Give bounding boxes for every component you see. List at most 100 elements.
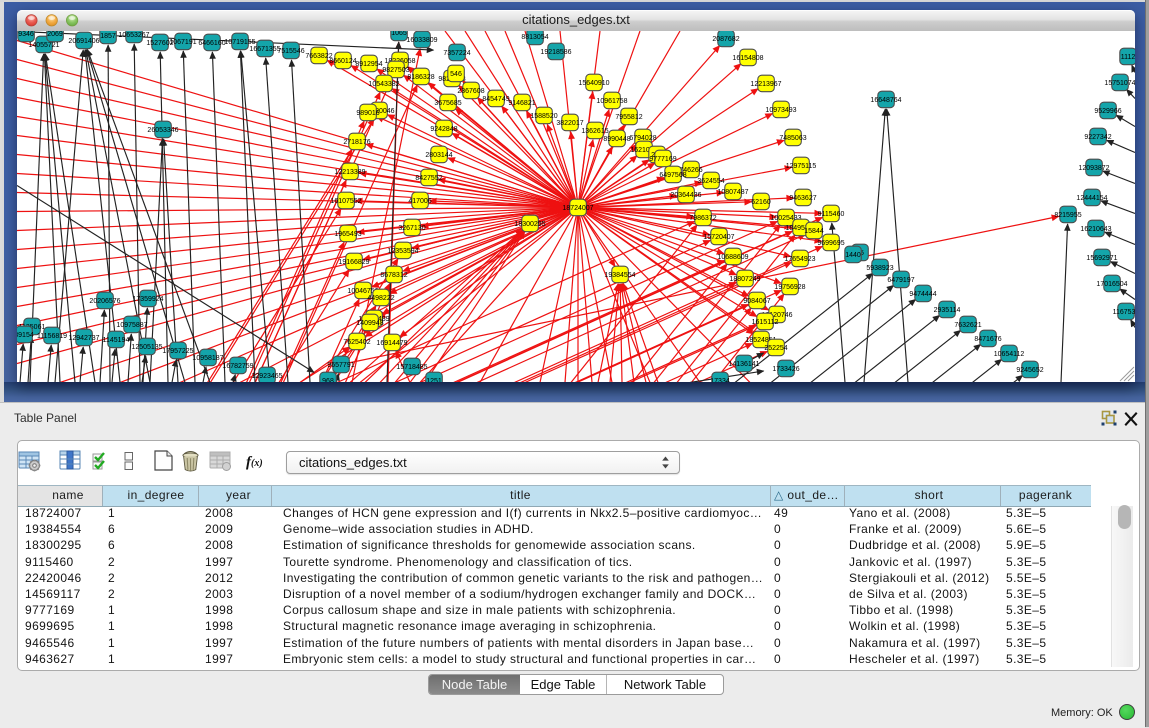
svg-text:16648764: 16648764	[870, 96, 901, 103]
svg-text:10654112: 10654112	[994, 350, 1025, 357]
svg-text:3822017: 3822017	[556, 119, 583, 126]
svg-text:968: 968	[322, 377, 334, 382]
svg-text:18724007: 18724007	[562, 204, 593, 211]
svg-text:2803144: 2803144	[425, 151, 452, 158]
svg-text:15718485: 15718485	[396, 363, 427, 370]
svg-text:9146821: 9146821	[508, 99, 535, 106]
svg-text:2087682: 2087682	[712, 35, 739, 42]
svg-text:12213967: 12213967	[750, 80, 781, 87]
svg-text:9827503: 9827503	[382, 66, 409, 73]
svg-text:9474444: 9474444	[909, 290, 936, 297]
svg-text:11156819: 11156819	[37, 332, 67, 339]
svg-text:10688609: 10688609	[717, 253, 748, 260]
svg-text:1409948: 1409948	[356, 319, 383, 326]
svg-text:252254: 252254	[764, 344, 787, 351]
svg-text:15692971: 15692971	[1086, 254, 1117, 261]
svg-text:18807249: 18807249	[729, 275, 760, 282]
svg-text:8678312: 8678312	[380, 271, 407, 278]
svg-text:8813054: 8813054	[521, 33, 548, 40]
svg-text:4498222: 4498222	[367, 294, 394, 301]
svg-text:989016: 989016	[356, 109, 379, 116]
svg-text:16782759: 16782759	[222, 362, 253, 369]
svg-text:9777169: 9777169	[649, 155, 676, 162]
svg-text:9529966: 9529966	[1094, 107, 1121, 114]
svg-text:10543382: 10543382	[368, 80, 399, 87]
svg-text:2718176: 2718176	[343, 138, 370, 145]
svg-text:1067191: 1067191	[169, 38, 196, 45]
svg-text:7632621: 7632621	[954, 321, 981, 328]
svg-text:1251: 1251	[426, 377, 442, 382]
svg-text:16154808: 16154808	[732, 54, 763, 61]
svg-text:9699695: 9699695	[817, 239, 844, 246]
svg-text:8186328: 8186328	[407, 73, 434, 80]
svg-text:9463627: 9463627	[789, 194, 816, 201]
svg-text:16033809: 16033809	[406, 36, 437, 43]
svg-text:1588520: 1588520	[530, 112, 557, 119]
svg-text:7485063: 7485063	[779, 134, 806, 141]
svg-text:5938923: 5938923	[866, 264, 893, 271]
svg-text:6466160: 6466160	[198, 39, 225, 46]
svg-text:20364436: 20364436	[670, 191, 701, 198]
svg-text:15720407: 15720407	[703, 233, 734, 240]
svg-text:3675685: 3675685	[434, 99, 461, 106]
svg-text:12942737: 12942737	[68, 334, 99, 341]
svg-text:10961758: 10961758	[596, 97, 627, 104]
svg-text:8660124: 8660124	[329, 57, 356, 64]
svg-text:7986372: 7986372	[689, 214, 716, 221]
svg-text:14055721: 14055721	[28, 41, 59, 48]
svg-text:15751074: 15751074	[1104, 79, 1135, 86]
svg-text:7625402: 7625402	[343, 338, 370, 345]
svg-text:12923465: 12923465	[251, 372, 282, 379]
svg-text:546: 546	[450, 70, 462, 77]
svg-text:9227342: 9227342	[1084, 133, 1111, 140]
svg-text:8215955: 8215955	[1054, 211, 1081, 218]
svg-text:1857: 1857	[100, 32, 116, 39]
svg-text:7955812: 7955812	[615, 113, 642, 120]
svg-text:16671355: 16671355	[249, 45, 280, 52]
svg-text:3267130: 3267130	[398, 224, 425, 231]
svg-text:1112: 1112	[1121, 53, 1135, 60]
svg-text:7515546: 7515546	[277, 47, 304, 54]
svg-text:19218586: 19218586	[540, 48, 571, 55]
svg-text:2367608: 2367608	[457, 87, 484, 94]
svg-text:2069: 2069	[47, 31, 63, 38]
svg-text:10975887: 10975887	[116, 321, 147, 328]
svg-text:1965493: 1965493	[334, 230, 361, 237]
svg-text:8454749: 8454749	[482, 95, 509, 102]
svg-text:6497568: 6497568	[659, 171, 686, 178]
svg-text:10719155: 10719155	[224, 38, 255, 45]
svg-text:19756928: 19756928	[774, 283, 805, 290]
svg-text:39154: 39154	[17, 331, 34, 338]
svg-text:9084067: 9084067	[743, 297, 770, 304]
svg-text:1615112: 1615112	[752, 318, 779, 325]
svg-text:9657791: 9657791	[327, 361, 354, 368]
svg-text:16107552: 16107552	[330, 197, 361, 204]
svg-text:9242848: 9242848	[430, 125, 457, 132]
svg-text:17334: 17334	[710, 377, 730, 382]
svg-text:20691406: 20691406	[68, 37, 99, 44]
svg-text:12975115: 12975115	[786, 162, 817, 169]
svg-text:26053346: 26053346	[147, 126, 178, 133]
svg-text:7357224: 7357224	[443, 49, 470, 56]
svg-text:10973493: 10973493	[765, 106, 796, 113]
svg-text:12213389: 12213389	[334, 168, 365, 175]
svg-text:17016504: 17016504	[1096, 280, 1127, 287]
svg-text:1145194: 1145194	[103, 336, 130, 343]
svg-text:8990448: 8990448	[603, 135, 630, 142]
svg-text:3624554: 3624554	[697, 177, 724, 184]
svg-text:9245652: 9245652	[1016, 366, 1043, 373]
svg-text:9346: 9346	[18, 31, 34, 38]
svg-text:1167534: 1167534	[1113, 308, 1135, 315]
svg-text:8427552: 8427552	[415, 174, 442, 181]
svg-text:19166829: 19166829	[338, 258, 369, 265]
svg-text:62160: 62160	[751, 198, 771, 205]
svg-text:17359924: 17359924	[132, 295, 163, 302]
svg-text:12444154: 12444154	[1076, 194, 1107, 201]
svg-text:12505135: 12505135	[131, 343, 162, 350]
svg-text:1065: 1065	[391, 31, 407, 37]
svg-text:1440: 1440	[845, 251, 861, 258]
svg-text:10807487: 10807487	[717, 188, 748, 195]
svg-text:10958187: 10958187	[192, 354, 223, 361]
svg-text:2935114: 2935114	[934, 306, 961, 313]
svg-text:417006: 417006	[408, 197, 431, 204]
